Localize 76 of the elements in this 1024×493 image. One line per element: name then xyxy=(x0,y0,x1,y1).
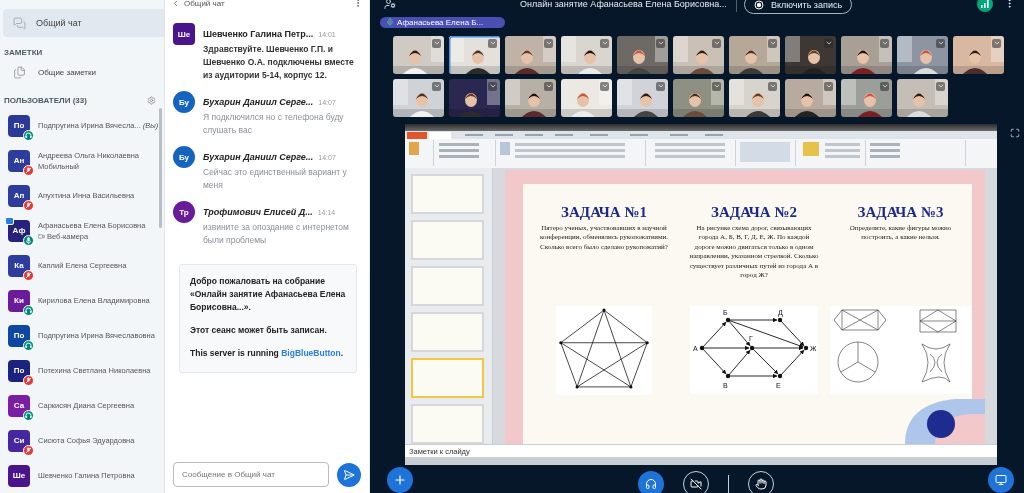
video-menu-button[interactable] xyxy=(600,81,609,91)
chat-title: Общий чат xyxy=(184,0,225,8)
screen-share-button[interactable] xyxy=(988,466,1014,493)
webcam-icon xyxy=(38,232,45,240)
bigbluebutton-link[interactable]: BigBlueButton xyxy=(281,348,341,358)
video-menu-button[interactable] xyxy=(488,38,497,48)
actions-button[interactable] xyxy=(387,466,413,493)
notes-icon xyxy=(13,66,26,80)
message-author: Бухарин Даниил Серге... xyxy=(203,97,314,107)
video-menu-button[interactable] xyxy=(880,81,889,91)
message-author: Бухарин Даниил Серге... xyxy=(203,152,314,162)
slide-thumbnail[interactable] xyxy=(411,403,484,444)
video-menu-button[interactable] xyxy=(992,38,1001,48)
settings-icon[interactable] xyxy=(147,96,156,105)
mic-icon xyxy=(386,18,394,27)
public-chat-item[interactable]: Общий чат xyxy=(3,9,164,38)
video-menu-button[interactable] xyxy=(432,38,441,48)
video-menu-button[interactable] xyxy=(544,38,553,48)
user-avatar: Ше xyxy=(173,23,195,45)
task-title: ЗАДАЧА №2 xyxy=(711,203,797,221)
section-heading: ПОЛЬЗОВАТЕЛИ (33) xyxy=(4,96,87,105)
hand-icon xyxy=(755,477,767,490)
connection-status-icon[interactable] xyxy=(977,0,993,12)
headphones-icon xyxy=(645,477,657,490)
chat-icon xyxy=(13,16,26,30)
slide-thumbnail[interactable] xyxy=(411,265,484,306)
video-menu-button[interactable] xyxy=(712,38,721,48)
video-menu-button[interactable] xyxy=(936,81,945,91)
user-avatar: Бу xyxy=(173,146,195,168)
user-avatar: Бу xyxy=(173,91,195,113)
server-info: This server is running BigBlueButton. xyxy=(190,347,345,360)
plus-icon xyxy=(393,472,407,487)
record-icon xyxy=(754,0,764,10)
scrollbar[interactable] xyxy=(159,108,162,228)
meeting-title: Онлайн занятие Афанасьева Елена Борисовна... xyxy=(520,0,727,9)
user-settings-icon[interactable] xyxy=(384,0,396,10)
audio-button[interactable] xyxy=(638,470,664,493)
video-menu-button[interactable] xyxy=(768,38,777,48)
shared-notes-item[interactable]: Общие заметки xyxy=(0,60,164,86)
section-heading: ЗАМЕТКИ xyxy=(4,48,43,58)
slide-thumbnail[interactable] xyxy=(411,311,484,352)
welcome-text: Добро пожаловать на собрание «Онлайн занятие Афанасьева Елена Борисовна...». xyxy=(190,275,346,314)
video-menu-button[interactable] xyxy=(656,38,665,48)
video-menu-button[interactable] xyxy=(544,81,553,91)
slide-thumbnail[interactable] xyxy=(411,173,484,214)
camera-off-icon xyxy=(690,477,702,490)
task-title: ЗАДАЧА №1 xyxy=(561,203,647,221)
video-menu-button[interactable] xyxy=(656,81,665,91)
message-text: Здравствуйте. Шевченко Г.П. и Шевченко О.А. подключены вместе из аудитории 5-14, корпус 12. xyxy=(203,43,355,82)
video-menu-button[interactable] xyxy=(936,38,945,48)
video-menu-button[interactable] xyxy=(880,38,889,48)
chat-message-input[interactable]: Сообщение в Общий чат xyxy=(173,462,330,487)
user-avatar: Тр xyxy=(173,201,195,223)
user-avatar: Ше xyxy=(8,464,30,487)
message-author: Шевченко Галина Петр... xyxy=(203,29,314,39)
video-menu-button[interactable] xyxy=(824,38,833,48)
message-text: извините за опоздание с интернетом были проблемы xyxy=(203,221,350,247)
task-title: ЗАДАЧА №3 xyxy=(857,203,944,221)
video-menu-button[interactable] xyxy=(824,81,833,91)
message-author: Трофимович Елисей Д... xyxy=(203,207,313,217)
recording-notice: Этот сеанс может быть записан. xyxy=(190,324,328,337)
talking-indicator: Афанасьева Елена Б... xyxy=(380,16,505,28)
send-button[interactable] xyxy=(337,462,361,487)
video-menu-button[interactable] xyxy=(768,81,777,91)
monitor-icon xyxy=(995,473,1007,486)
slide-thumbnail[interactable] xyxy=(411,357,484,398)
back-icon[interactable] xyxy=(171,0,180,8)
message-text: Сейчас это единственный вариант у меня xyxy=(203,166,348,192)
video-menu-button[interactable] xyxy=(712,81,721,91)
slide-thumbnail[interactable] xyxy=(411,219,484,260)
video-menu-button[interactable] xyxy=(488,81,497,91)
message-text: Я подключился но с телефона буду слушать вас xyxy=(203,111,345,137)
send-icon xyxy=(343,468,356,481)
video-menu-button[interactable] xyxy=(432,81,441,91)
fullscreen-icon[interactable] xyxy=(1010,127,1020,138)
video-menu-button[interactable] xyxy=(600,38,609,48)
